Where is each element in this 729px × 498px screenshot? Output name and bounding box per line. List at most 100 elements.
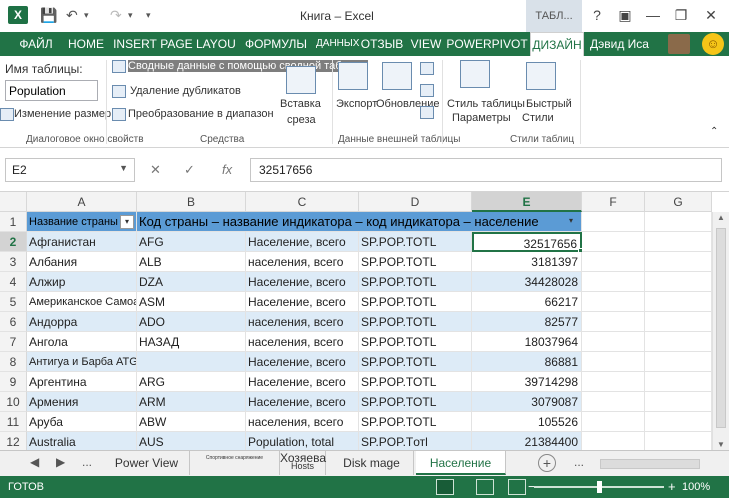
redo-icon[interactable]: ↷ — [110, 6, 122, 24]
normal-view-icon[interactable] — [436, 479, 454, 495]
cell[interactable]: ARG — [137, 372, 246, 392]
cell[interactable] — [645, 252, 712, 272]
cell[interactable]: SP.POP.TOTL — [359, 232, 472, 252]
more-sheets-left[interactable]: ... — [82, 455, 92, 469]
open-in-browser-icon[interactable] — [420, 84, 434, 97]
row-header[interactable]: 10 — [0, 392, 27, 412]
cell[interactable]: Население, всего — [246, 352, 359, 372]
cell[interactable] — [582, 392, 645, 412]
customize-quick-access-icon[interactable]: ▾ — [146, 6, 151, 24]
cell[interactable] — [582, 312, 645, 332]
tab-view[interactable]: VIEW — [408, 32, 444, 56]
cell[interactable]: SP.POP.TOTL — [359, 372, 472, 392]
cell[interactable] — [582, 412, 645, 432]
cell[interactable] — [645, 292, 712, 312]
chevron-down-icon[interactable]: ▼ — [119, 163, 128, 173]
cell[interactable]: ADO — [137, 312, 246, 332]
table-name-input[interactable] — [5, 80, 98, 101]
cancel-icon[interactable]: ✕ — [150, 162, 161, 178]
cell[interactable]: Population, total — [246, 432, 359, 450]
insert-slicer-button[interactable]: Вставка — [280, 98, 321, 110]
cell[interactable]: SP.POP.TOTL — [359, 252, 472, 272]
cell[interactable]: Андорра — [27, 312, 137, 332]
sheet-tab-sports[interactable]: Спортивное снаряжение — [190, 451, 280, 475]
tab-file[interactable]: ФАЙЛ — [12, 32, 60, 56]
cell[interactable]: населения, всего — [246, 412, 359, 432]
cell[interactable]: SP.POP.TOTL — [359, 352, 472, 372]
cell[interactable] — [645, 392, 712, 412]
column-header-d[interactable]: D — [359, 192, 472, 212]
remove-duplicates-button[interactable]: Удаление дубликатов — [130, 85, 241, 97]
vertical-scrollbar[interactable]: ▲ ▼ — [712, 212, 729, 450]
filter-dropdown-icon[interactable]: ▾ — [119, 215, 134, 230]
cell[interactable]: SP.POP.TOTL — [359, 292, 472, 312]
tab-review[interactable]: ОТЗЫВ — [358, 32, 406, 56]
row-header[interactable]: 5 — [0, 292, 27, 312]
row-header[interactable]: 7 — [0, 332, 27, 352]
sheet-tab-population[interactable]: Население — [416, 451, 506, 475]
page-layout-view-icon[interactable] — [476, 479, 494, 495]
next-sheet-icon[interactable]: ▶ — [56, 455, 65, 469]
cell[interactable] — [645, 372, 712, 392]
collapse-ribbon-icon[interactable]: ⌃ — [710, 126, 718, 137]
column-header-g[interactable]: G — [645, 192, 712, 212]
cell[interactable] — [582, 352, 645, 372]
active-cell[interactable]: 32517656 — [472, 232, 582, 252]
help-icon[interactable]: ? — [586, 6, 608, 24]
cell[interactable] — [582, 292, 645, 312]
cell[interactable]: Аруба — [27, 412, 137, 432]
more-sheets-right[interactable]: ... — [574, 455, 584, 469]
column-header-c[interactable]: C — [246, 192, 359, 212]
cell[interactable]: AFG — [137, 232, 246, 252]
tab-data[interactable]: ДАННЫХ — [316, 32, 359, 56]
cell[interactable] — [582, 252, 645, 272]
cell[interactable]: ARM — [137, 392, 246, 412]
user-name[interactable]: Дэвид Иса — [590, 32, 649, 56]
row-header[interactable]: 3 — [0, 252, 27, 272]
cell[interactable] — [645, 232, 712, 252]
cell[interactable]: SP.POP.TOTL — [359, 392, 472, 412]
tab-design[interactable]: ДИЗАЙН — [530, 32, 584, 56]
style-options-button[interactable]: Стиль таблицы — [447, 98, 525, 110]
cell[interactable]: Население, всего — [246, 292, 359, 312]
quick-styles-button-line2[interactable]: Стили — [522, 112, 554, 124]
external-properties-icon[interactable] — [420, 62, 434, 75]
insert-slicer-button-line2[interactable]: среза — [287, 114, 316, 126]
cell[interactable] — [582, 332, 645, 352]
scroll-up-icon[interactable]: ▲ — [717, 213, 725, 222]
cell[interactable]: 82577 — [472, 312, 582, 332]
cell[interactable]: SP.POP.TOTL — [359, 412, 472, 432]
cell[interactable]: SP.POP.TOTL — [359, 332, 472, 352]
zoom-slider-knob[interactable] — [597, 481, 602, 493]
row-header[interactable]: 12 — [0, 432, 27, 450]
tab-insert[interactable]: INSERT — [112, 32, 158, 56]
cell[interactable]: 18037964 — [472, 332, 582, 352]
feedback-smiley-icon[interactable]: ☺ — [702, 33, 724, 55]
cell[interactable]: населения, всего — [246, 312, 359, 332]
style-options-button-line2[interactable]: Параметры — [452, 112, 511, 124]
cell[interactable]: SP.POP.TOTL — [359, 312, 472, 332]
cell[interactable]: 3181397 — [472, 252, 582, 272]
cell[interactable]: ALB — [137, 252, 246, 272]
cell[interactable] — [645, 212, 712, 232]
table-header-cell[interactable]: Код страны – название индикатора – код и… — [137, 212, 582, 232]
cell[interactable]: населения, всего — [246, 252, 359, 272]
cell[interactable] — [582, 272, 645, 292]
enter-icon[interactable]: ✓ — [184, 162, 195, 178]
cell[interactable] — [645, 332, 712, 352]
sheet-tab-hosts[interactable]: Хозяева Hosts — [280, 451, 326, 475]
cell[interactable]: SP.POP.TOTL — [359, 272, 472, 292]
excel-icon[interactable]: X — [8, 6, 28, 24]
cell[interactable] — [645, 312, 712, 332]
cell[interactable]: Афганистан — [27, 232, 137, 252]
tab-powerpivot[interactable]: POWERPIVOT — [446, 32, 528, 56]
cell[interactable]: AUS — [137, 432, 246, 450]
cell[interactable]: 39714298 — [472, 372, 582, 392]
column-header-a[interactable]: A — [27, 192, 137, 212]
insert-function-icon[interactable]: fx — [222, 162, 232, 177]
cell[interactable]: 66217 — [472, 292, 582, 312]
row-header[interactable]: 9 — [0, 372, 27, 392]
cell[interactable]: Ангола — [27, 332, 137, 352]
cell[interactable]: Армения — [27, 392, 137, 412]
formula-input[interactable]: 32517656 — [250, 158, 722, 182]
